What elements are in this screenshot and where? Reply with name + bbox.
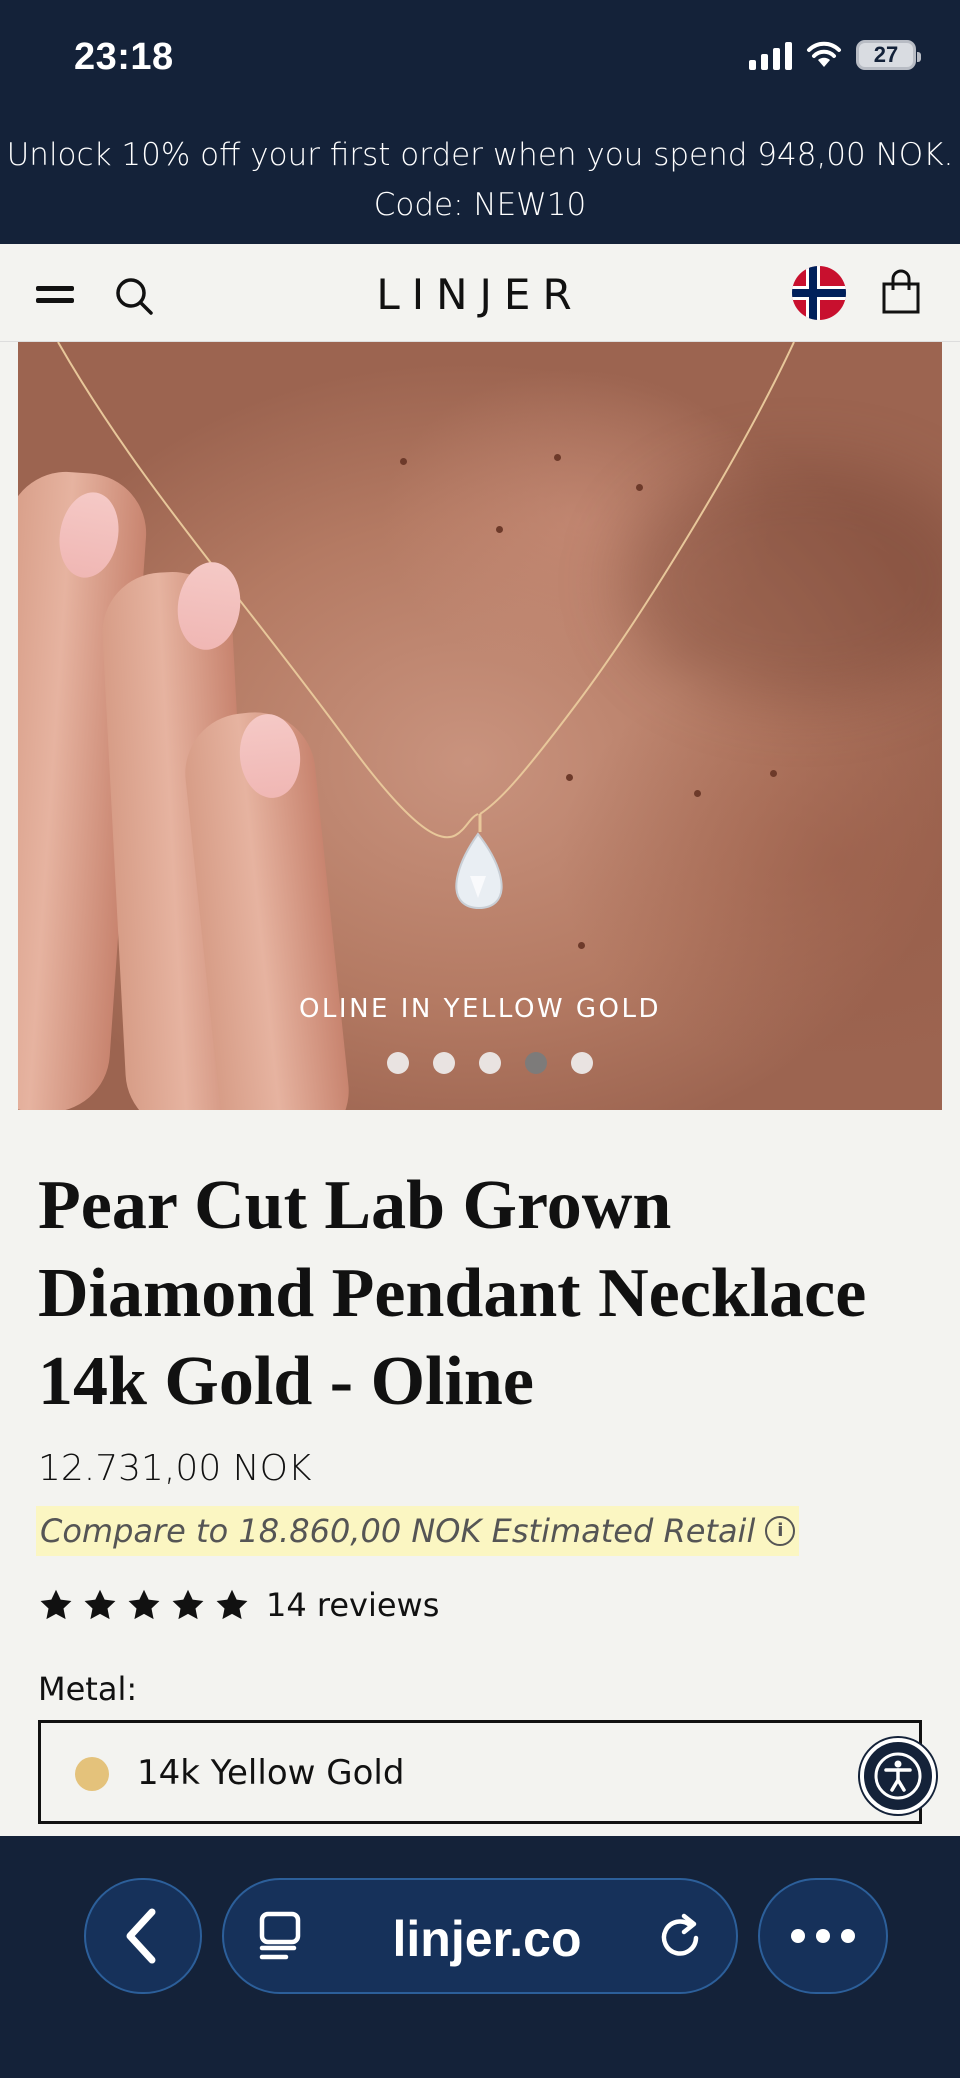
status-icons: 27: [749, 40, 921, 70]
metal-label: Metal:: [38, 1670, 138, 1708]
cellular-signal-icon: [749, 40, 792, 70]
more-icon: [791, 1929, 855, 1943]
info-icon[interactable]: i: [765, 1516, 796, 1546]
promo-line-1: Unlock 10% off your first order when you…: [6, 137, 954, 173]
hero-caption: OLINE IN YELLOW GOLD: [298, 994, 662, 1024]
back-button[interactable]: [84, 1878, 202, 1994]
carousel-dot[interactable]: [433, 1052, 455, 1074]
rating[interactable]: 14 reviews: [38, 1586, 439, 1624]
accessibility-button[interactable]: [860, 1738, 936, 1814]
compare-price: Compare to 18.860,00 NOK Estimated Retai…: [36, 1506, 800, 1556]
promo-banner[interactable]: Unlock 10% off your first order when you…: [0, 118, 960, 244]
metal-select[interactable]: 14k Yellow Gold: [38, 1720, 922, 1824]
carousel-dot[interactable]: [571, 1052, 593, 1074]
battery-icon: 27: [856, 40, 921, 70]
star-icon: [128, 1589, 160, 1620]
status-bar: 23:18 27: [0, 0, 960, 118]
pear-diamond-pendant: [455, 832, 503, 909]
status-time: 23:18: [74, 36, 174, 78]
compare-price-text: Compare to 18.860,00 NOK Estimated Retai…: [40, 1512, 756, 1550]
carousel-dot[interactable]: [387, 1052, 409, 1074]
product-image-carousel[interactable]: OLINE IN YELLOW GOLD: [18, 342, 942, 1110]
star-icon: [84, 1589, 116, 1620]
reload-icon: [661, 1913, 699, 1956]
product-price: 12.731,00 NOK: [38, 1448, 312, 1489]
star-icon: [216, 1589, 248, 1620]
metal-swatch: [75, 1757, 109, 1791]
chevron-left-icon: [126, 1908, 156, 1964]
metal-value: 14k Yellow Gold: [137, 1753, 405, 1793]
star-icon: [40, 1589, 72, 1620]
shopping-bag-icon[interactable]: [880, 268, 922, 316]
wifi-icon: [807, 41, 841, 67]
address-bar[interactable]: linjer.co: [222, 1878, 738, 1994]
norway-flag-icon[interactable]: [792, 266, 846, 320]
reviews-link[interactable]: 14 reviews: [266, 1586, 439, 1624]
site-header: LINJER: [0, 244, 960, 342]
browser-toolbar: linjer.co: [0, 1836, 960, 2078]
promo-line-2: Code: NEW10: [373, 187, 587, 223]
star-icon: [172, 1589, 204, 1620]
carousel-dot[interactable]: [479, 1052, 501, 1074]
more-options-button[interactable]: [758, 1878, 888, 1994]
battery-level: 27: [873, 42, 899, 67]
accessibility-icon: [874, 1752, 922, 1800]
product-title: Pear Cut Lab Grown Diamond Pendant Neckl…: [38, 1167, 867, 1420]
carousel-dots: [18, 1052, 942, 1074]
carousel-dot-active[interactable]: [525, 1052, 547, 1074]
